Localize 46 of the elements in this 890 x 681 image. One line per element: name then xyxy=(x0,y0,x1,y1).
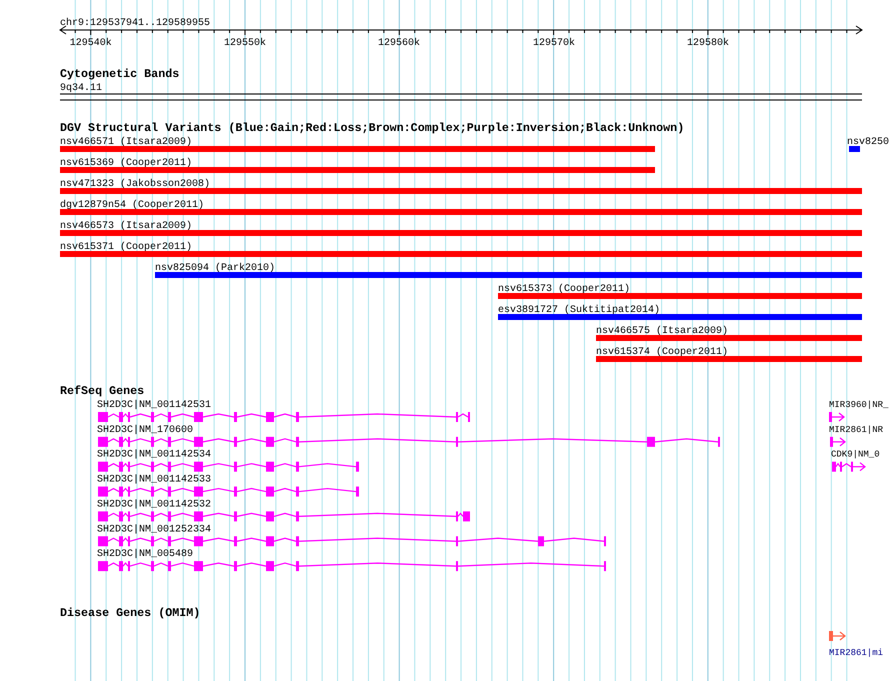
track-title: DGV Structural Variants (Blue:Gain;Red:Loss;Brown:Complex;Purple:Inversion;Black:Unknown) xyxy=(60,121,684,135)
transcript-drawing[interactable] xyxy=(98,412,470,422)
gene-label: SH2D3C|NM_001142533 xyxy=(97,474,212,486)
gene-label: CDK9|NM_0 xyxy=(831,450,880,460)
gene-label: SH2D3C|NM_170600 xyxy=(97,424,194,436)
variant-label: nsv615369 (Cooper2011) xyxy=(60,158,192,169)
transcript-drawing[interactable] xyxy=(832,462,866,472)
variant-label: nsv471323 (Jakobsson2008) xyxy=(60,179,210,190)
tick-label: 129580k xyxy=(687,38,729,49)
tick-label: 129540k xyxy=(70,38,112,49)
transcript-drawing[interactable] xyxy=(830,436,846,447)
transcript-drawing[interactable] xyxy=(98,536,606,546)
transcript-drawing[interactable] xyxy=(829,412,845,422)
variant-label: nsv615374 (Cooper2011) xyxy=(596,347,728,358)
variant-label: dgv12879n54 (Cooper2011) xyxy=(60,200,204,211)
transcript-drawing[interactable] xyxy=(98,561,606,572)
gene-label: MIR2861|mi xyxy=(829,648,884,658)
variant-label: nsv615371 (Cooper2011) xyxy=(60,242,192,253)
transcript-drawing[interactable] xyxy=(98,436,720,447)
transcript-drawing[interactable] xyxy=(98,462,359,472)
location-label: chr9:129537941..129589955 xyxy=(60,18,210,29)
track-title: Disease Genes (OMIM) xyxy=(60,606,200,620)
variant-label: esv3891727 (Suktitipat2014) xyxy=(498,305,660,316)
gene-label: MIR2861|NR xyxy=(829,424,884,435)
tick-label: 129570k xyxy=(533,38,575,49)
variant-label: nsv825094 (Park2010) xyxy=(155,263,276,274)
variant-label: nsv466575 (Itsara2009) xyxy=(596,326,728,337)
band-label: 9q34.11 xyxy=(60,83,102,94)
band-drawing[interactable] xyxy=(60,94,862,100)
transcript-drawing[interactable] xyxy=(98,486,359,497)
tick-label: 129550k xyxy=(224,38,266,49)
variant-label: nsv466573 (Itsara2009) xyxy=(60,221,192,232)
gene-label: SH2D3C|NM_001252334 xyxy=(97,524,212,536)
track-title: Cytogenetic Bands xyxy=(60,67,180,81)
gene-label: SH2D3C|NM_005489 xyxy=(97,549,194,560)
variant-label: nsv8250 xyxy=(847,137,890,148)
tick-label: 129560k xyxy=(378,38,420,49)
variant-label: nsv615373 (Cooper2011) xyxy=(498,284,630,295)
track-title: RefSeq Genes xyxy=(60,384,144,398)
gene-label: SH2D3C|NM_001142531 xyxy=(97,400,212,411)
gene-arrow-drawing[interactable] xyxy=(829,631,846,641)
gene-label: SH2D3C|NM_001142534 xyxy=(97,450,212,461)
transcript-drawing[interactable] xyxy=(98,511,470,522)
gene-label: MIR3960|NR_ xyxy=(829,400,888,410)
gene-label: SH2D3C|NM_001142532 xyxy=(97,499,212,510)
variant-label: nsv466571 (Itsara2009) xyxy=(60,137,192,148)
